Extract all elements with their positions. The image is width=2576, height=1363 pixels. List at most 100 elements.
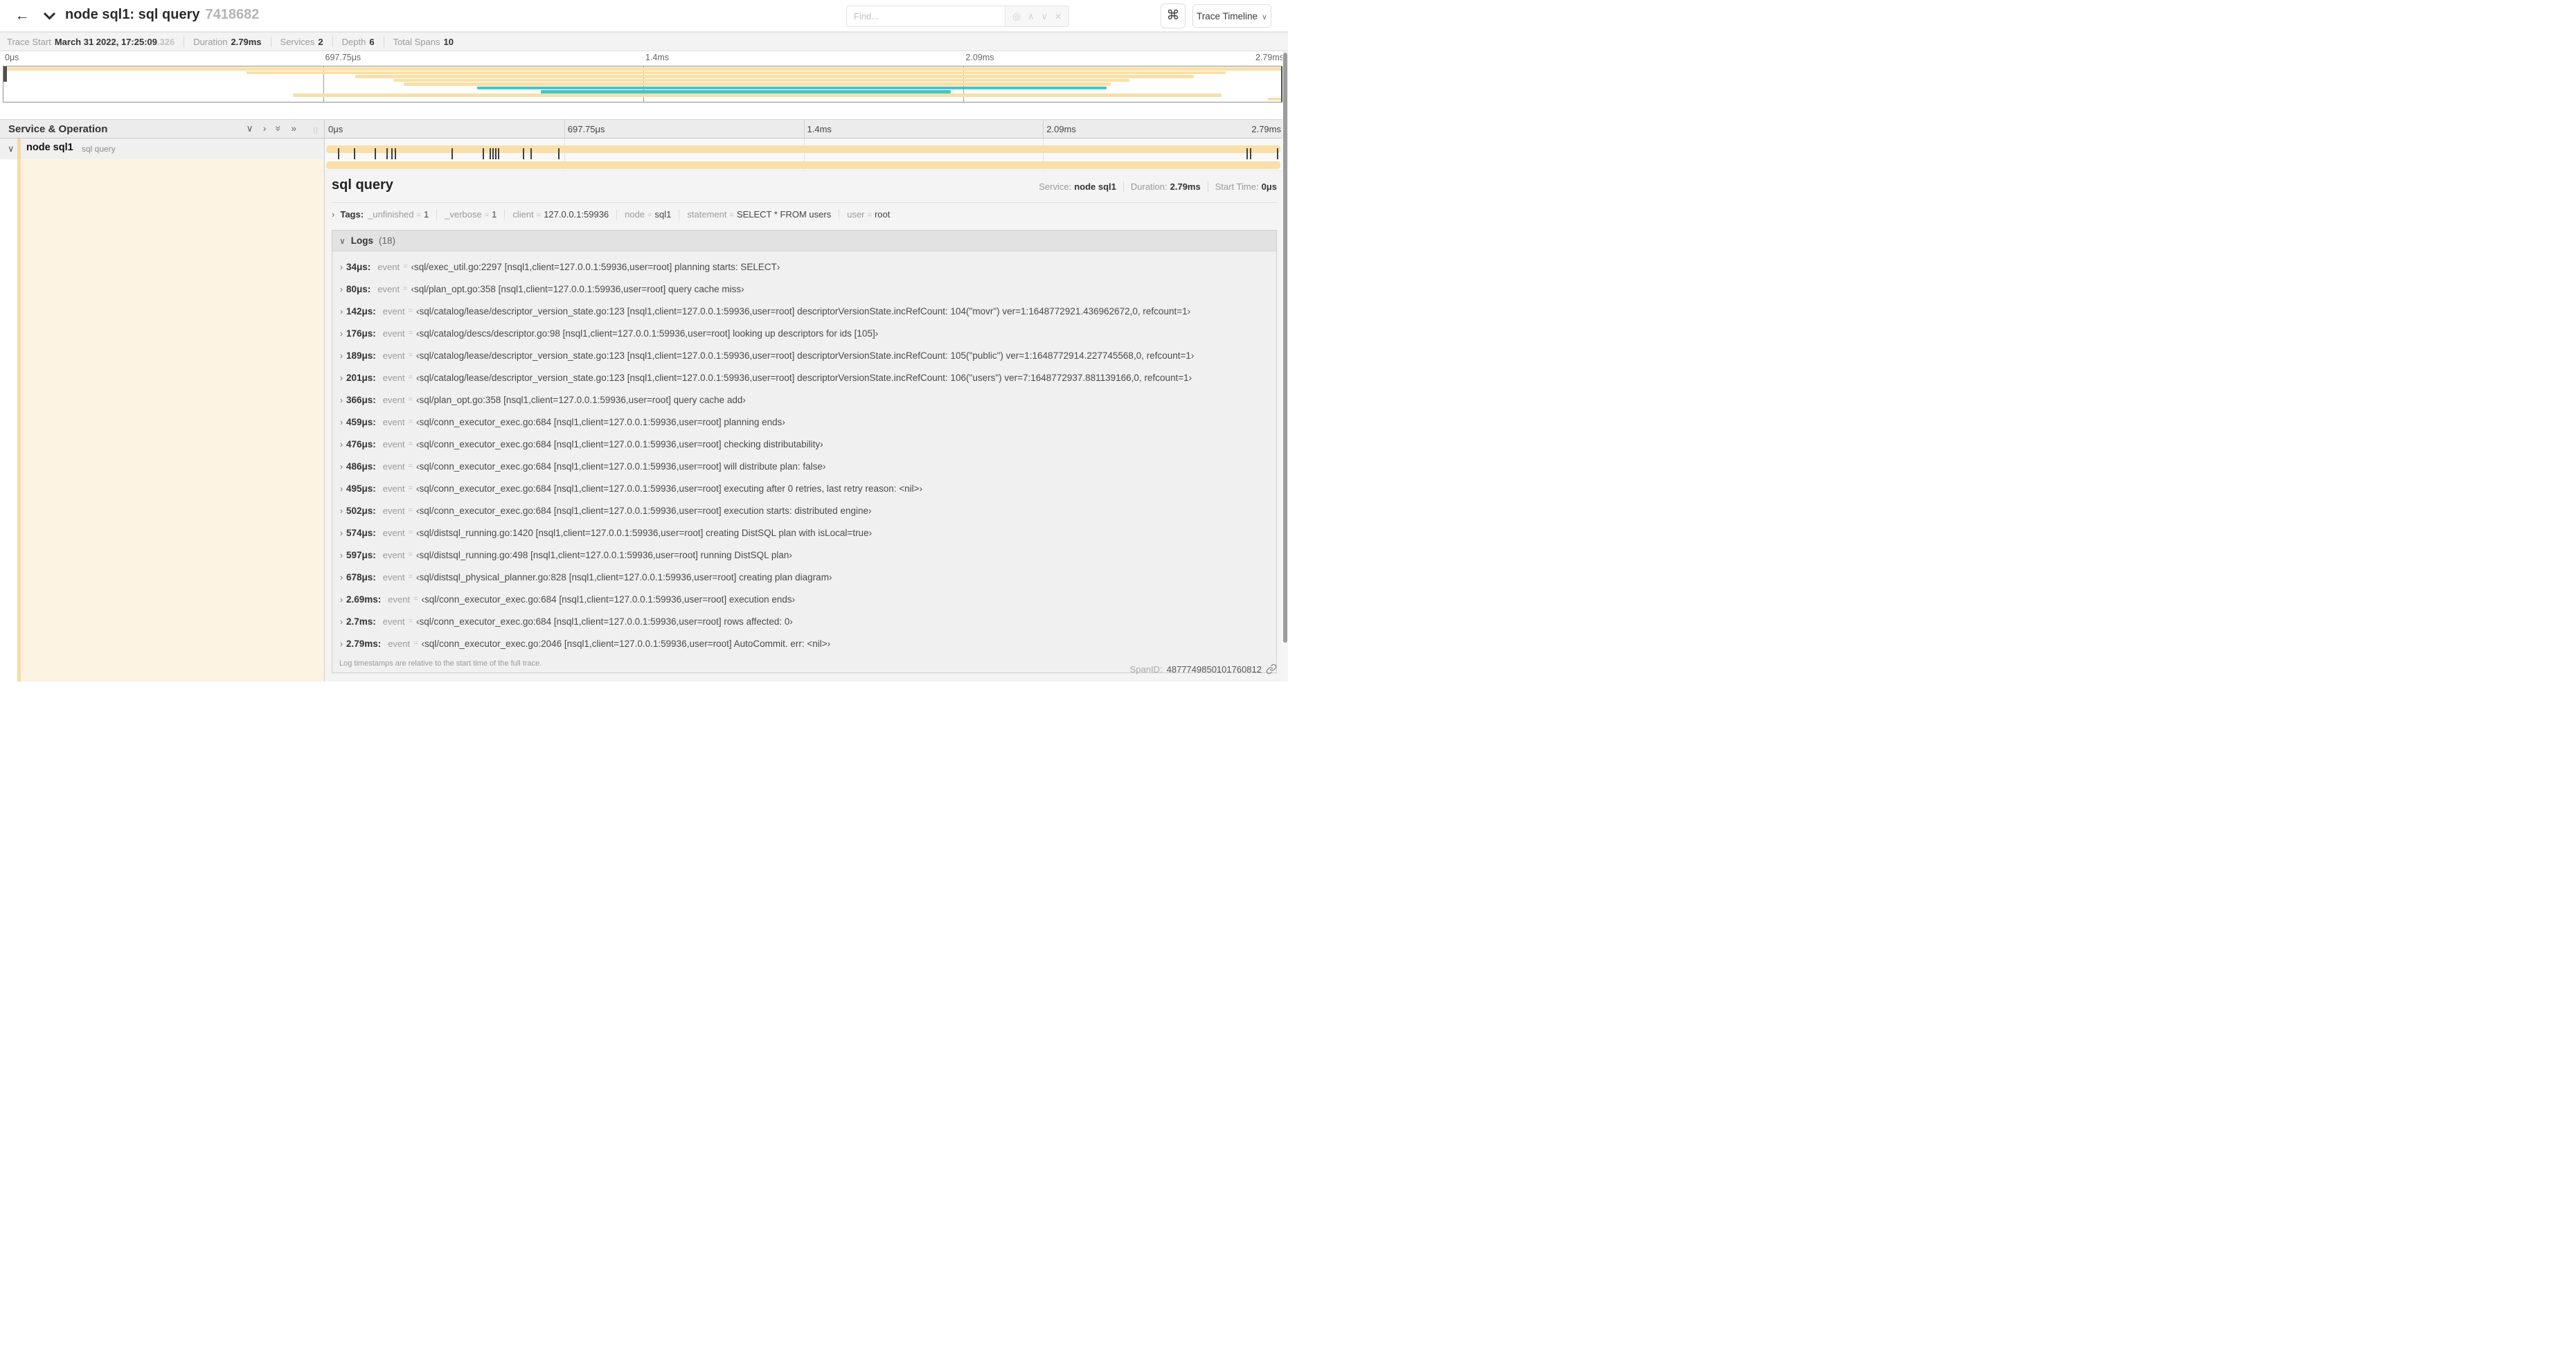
scrollbar-thumb[interactable] (1283, 53, 1287, 643)
log-entry[interactable]: 678μs: event = ‹sql/distsql_physical_pla… (337, 566, 1276, 588)
tag-equals: = (867, 211, 872, 220)
viewport-left-scrubber[interactable] (3, 66, 7, 82)
log-entry[interactable]: 476μs: event = ‹sql/conn_executor_exec.g… (337, 433, 1276, 455)
log-entry[interactable]: 142μs: event = ‹sql/catalog/lease/descri… (337, 300, 1276, 322)
log-field-value: ‹sql/plan_opt.go:358 [nsql1,client=127.0… (416, 394, 746, 405)
log-entry[interactable]: 34μs: event = ‹sql/exec_util.go:2297 [ns… (337, 256, 1276, 278)
expand-all-double-chevron-icon[interactable] (291, 123, 296, 134)
log-expand-chevron-icon[interactable] (337, 528, 346, 538)
tag-value: 127.0.0.1:59936 (544, 209, 609, 220)
trace-view-selector[interactable]: Trace Timeline (1192, 4, 1271, 28)
clear-search-icon[interactable] (1055, 11, 1062, 21)
tags-accordion[interactable]: Tags:_unfinished=1_verbose=1client=127.0… (332, 209, 1277, 226)
log-entry[interactable]: 2.69ms: event = ‹sql/conn_executor_exec.… (337, 588, 1276, 610)
detail-divider (332, 202, 1277, 203)
log-entry[interactable]: 502μs: event = ‹sql/conn_executor_exec.g… (337, 499, 1276, 522)
prev-result-chevron-icon[interactable] (1028, 11, 1035, 22)
log-expand-chevron-icon[interactable] (337, 639, 346, 649)
find-box (846, 6, 1069, 27)
log-field-value: ‹sql/conn_executor_exec.go:684 [nsql1,cl… (416, 483, 922, 494)
span-id-row: SpanID: 4877749850101760812 (1130, 662, 1277, 676)
find-controls (1005, 6, 1068, 26)
expand-one-chevron-icon[interactable] (263, 123, 267, 134)
log-expand-chevron-icon[interactable] (337, 328, 346, 339)
summary-label: Depth (341, 36, 366, 47)
logs-list: 34μs: event = ‹sql/exec_util.go:2297 [ns… (332, 251, 1276, 654)
log-entry[interactable]: 80μs: event = ‹sql/plan_opt.go:358 [nsql… (337, 278, 1276, 300)
logs-header[interactable]: Logs (18) (332, 231, 1276, 251)
log-expand-chevron-icon[interactable] (337, 262, 346, 272)
collapse-all-double-chevron-icon[interactable] (273, 126, 285, 132)
span-row-timeline-cell[interactable] (325, 139, 1282, 163)
span-detail-panel: sql query Service: node sql1 Duration: 2.79… (325, 159, 1282, 682)
trace-title-text: node sql1: sql query (65, 7, 200, 22)
log-expand-chevron-icon[interactable] (337, 506, 346, 516)
summary-item: Total Spans 10 (383, 36, 454, 47)
span-duration-bar[interactable] (326, 145, 1281, 163)
log-expand-chevron-icon[interactable] (337, 439, 346, 449)
minimap-canvas[interactable] (3, 66, 1284, 103)
find-input[interactable] (847, 6, 1005, 26)
log-timestamp: 34μs: (346, 261, 371, 272)
log-expand-chevron-icon[interactable] (337, 306, 346, 317)
deep-link-icon[interactable] (1266, 663, 1277, 675)
span-row-name-cell[interactable]: node sql1 sql query (0, 139, 325, 159)
tag-item: _unfinished = 1 (368, 209, 429, 220)
log-entry[interactable]: 176μs: event = ‹sql/catalog/descs/descri… (337, 322, 1276, 344)
collapse-trace-chevron-icon[interactable] (43, 11, 56, 24)
logs-collapse-chevron-icon[interactable] (339, 236, 346, 246)
log-entry[interactable]: 2.7ms: event = ‹sql/conn_executor_exec.g… (337, 610, 1276, 632)
log-expand-chevron-icon[interactable] (337, 461, 346, 472)
back-arrow-icon[interactable] (12, 7, 32, 26)
collapse-controls (246, 123, 296, 134)
minimap-span-rows (3, 67, 1283, 101)
log-expand-chevron-icon[interactable] (337, 572, 346, 582)
log-field-key: event (382, 328, 405, 339)
log-entry[interactable]: 366μs: event = ‹sql/plan_opt.go:358 [nsq… (337, 389, 1276, 411)
log-entry[interactable]: 495μs: event = ‹sql/conn_executor_exec.g… (337, 477, 1276, 499)
timeline-tick-label: 2.79ms (1251, 124, 1281, 134)
logs-accordion: Logs (18) 34μs: event = ‹sql/exec_util.g… (332, 230, 1277, 673)
log-equals: = (408, 462, 413, 470)
span-collapse-chevron-icon[interactable] (8, 143, 15, 154)
log-entry[interactable]: 574μs: event = ‹sql/distsql_running.go:1… (337, 522, 1276, 544)
summary-label: Trace Start (7, 36, 51, 47)
keyboard-shortcuts-button[interactable] (1161, 3, 1186, 28)
log-entry[interactable]: 459μs: event = ‹sql/conn_executor_exec.g… (337, 411, 1276, 433)
locate-icon[interactable] (1012, 10, 1021, 22)
axis-tick-label: 697.75μs (325, 53, 361, 62)
log-field-value: ‹sql/exec_util.go:2297 [nsql1,client=127… (411, 261, 780, 272)
tag-value: SELECT * FROM users (736, 209, 832, 220)
tag-item: statement = SELECT * FROM users (679, 209, 832, 220)
log-timestamp: 176μs: (346, 328, 376, 339)
log-equals: = (408, 307, 413, 315)
log-expand-chevron-icon[interactable] (337, 616, 346, 627)
log-expand-chevron-icon[interactable] (337, 594, 346, 605)
log-expand-chevron-icon[interactable] (337, 483, 346, 494)
vertical-scrollbar[interactable] (1282, 51, 1288, 682)
column-resize-grip-icon[interactable] (313, 126, 319, 134)
log-expand-chevron-icon[interactable] (337, 417, 346, 427)
span-info-label: Service: (1039, 181, 1072, 192)
collapse-one-chevron-icon[interactable] (246, 123, 253, 134)
timeline-minimap: 0μs 697.75μs 1.4ms 2.09ms 2.79ms (0, 51, 1288, 105)
tag-value: 1 (492, 209, 497, 220)
log-field-key: event (382, 549, 405, 560)
next-result-chevron-icon[interactable] (1041, 11, 1048, 22)
timeline-tick-label: 1.4ms (807, 124, 832, 134)
log-entry[interactable]: 189μs: event = ‹sql/catalog/lease/descri… (337, 344, 1276, 366)
log-expand-chevron-icon[interactable] (337, 395, 346, 405)
log-expand-chevron-icon[interactable] (337, 350, 346, 361)
log-expand-chevron-icon[interactable] (337, 373, 346, 383)
log-equals: = (403, 262, 408, 271)
minimap-span-bar (3, 67, 1283, 71)
log-entry[interactable]: 2.79ms: event = ‹sql/conn_executor_exec.… (337, 632, 1276, 654)
log-entry[interactable]: 201μs: event = ‹sql/catalog/lease/descri… (337, 366, 1276, 389)
log-field-value: ‹sql/catalog/descs/descriptor.go:98 [nsq… (416, 328, 879, 339)
log-expand-chevron-icon[interactable] (337, 550, 346, 560)
tags-expand-chevron-icon[interactable] (332, 209, 334, 220)
log-entry[interactable]: 486μs: event = ‹sql/conn_executor_exec.g… (337, 455, 1276, 477)
log-entry[interactable]: 597μs: event = ‹sql/distsql_running.go:4… (337, 544, 1276, 566)
minimap-span-row (3, 97, 1283, 101)
log-expand-chevron-icon[interactable] (337, 284, 346, 294)
